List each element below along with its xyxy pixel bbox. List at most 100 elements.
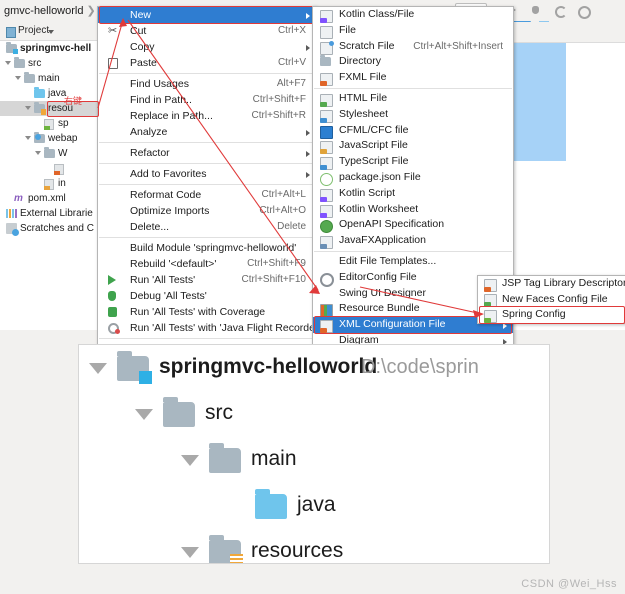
menu-item-shortcut: Ctrl+Alt+O — [259, 205, 306, 216]
tree-twisty-icon[interactable] — [89, 363, 107, 374]
zoom-tree-row[interactable]: main — [79, 437, 549, 483]
menu-item[interactable]: File — [313, 23, 513, 39]
context-menu[interactable]: New ✂ Cut Ctrl+X Copy Paste Ctrl+V Find Usages A… — [97, 6, 320, 379]
tree-row-label: webap — [48, 133, 78, 144]
menu-item-shortcut: Ctrl+Alt+Shift+Insert — [413, 40, 503, 52]
zoom-tree-row[interactable]: src — [79, 391, 549, 437]
chevron-down-icon[interactable] — [48, 30, 54, 34]
menu-item[interactable]: Run 'All Tests' with Coverage — [98, 304, 316, 320]
menu-item[interactable]: TypeScript File — [313, 154, 513, 171]
coverage-icon[interactable] — [552, 3, 567, 18]
jsp-tld-icon — [484, 278, 497, 292]
debug-icon — [108, 291, 116, 301]
tree-row-label: W — [58, 148, 68, 159]
module-folder-icon — [6, 42, 18, 54]
tree-row[interactable]: main — [0, 71, 100, 86]
menu-item[interactable]: ✂ Cut Ctrl+X — [98, 23, 316, 39]
menu-item[interactable]: JavaFXApplication — [313, 233, 513, 250]
zoom-tree-row[interactable]: java — [79, 483, 549, 529]
menu-item-label: Kotlin Worksheet — [339, 202, 419, 215]
menu-item[interactable]: package.json File — [313, 170, 513, 186]
menu-item-label: Run 'All Tests' with Coverage — [130, 306, 266, 318]
tree-row[interactable]: in — [0, 176, 100, 191]
profiler-icon — [108, 323, 120, 334]
folder-icon — [163, 397, 195, 427]
menu-item[interactable]: Rebuild '<default>' Ctrl+Shift+F9 — [98, 256, 316, 272]
xml-configuration-submenu[interactable]: JSP Tag Library Descriptor New Faces Conf… — [477, 275, 625, 324]
tree-twisty-icon[interactable] — [15, 76, 21, 80]
coverage-icon — [108, 307, 117, 317]
menu-item[interactable]: Paste Ctrl+V — [98, 55, 316, 71]
tree-twisty-icon[interactable] — [35, 151, 41, 155]
tree-row[interactable]: webap — [0, 131, 100, 146]
menu-item[interactable]: Stylesheet — [313, 107, 513, 123]
tree-row[interactable]: m pom.xml — [0, 191, 100, 206]
tree-row[interactable]: sp — [0, 116, 100, 131]
zoomed-project-tree: springmvc-helloworld D:\code\sprin src main… — [78, 344, 550, 564]
menu-item[interactable]: JavaScript File — [313, 138, 513, 155]
tree-twisty-icon[interactable] — [135, 409, 153, 420]
debug-icon[interactable] — [528, 3, 543, 18]
tree-twisty-icon[interactable] — [25, 106, 31, 110]
menu-item[interactable]: Copy — [98, 39, 316, 55]
zoom-tree-row[interactable]: resources — [79, 529, 549, 563]
menu-item[interactable]: Run 'All Tests' Ctrl+Shift+F10 — [98, 272, 316, 288]
tree-row[interactable]: External Librarie — [0, 206, 100, 221]
menu-item-label: HTML File — [339, 91, 388, 104]
breadcrumb-project: gmvc-helloworld — [4, 5, 84, 17]
menu-item[interactable]: New — [98, 6, 316, 24]
menu-item[interactable]: Kotlin Worksheet — [313, 202, 513, 218]
tree-row[interactable]: resou — [0, 101, 100, 116]
menu-item-label: JSP Tag Library Descriptor — [502, 277, 625, 289]
menu-item[interactable]: Kotlin Class/File — [313, 7, 513, 23]
menu-item[interactable]: Find in Path.. Ctrl+Shift+F — [98, 92, 316, 108]
tree-row[interactable] — [0, 161, 100, 176]
tree-row[interactable]: W — [0, 146, 100, 161]
kotlin-worksheet-icon — [320, 204, 333, 218]
tree-row[interactable]: Scratches and C — [0, 221, 100, 236]
menu-item-label: OpenAPI Specification — [339, 218, 445, 231]
tree-twisty-icon[interactable] — [5, 61, 11, 65]
menu-item[interactable]: Spring Config — [478, 306, 625, 324]
menu-item[interactable]: Find Usages Alt+F7 — [98, 76, 316, 92]
menu-item[interactable]: Kotlin Script — [313, 186, 513, 202]
menu-item[interactable]: Add to Favorites — [98, 166, 316, 182]
tree-row[interactable]: src — [0, 56, 100, 71]
menu-item[interactable]: Delete... Delete — [98, 219, 316, 235]
menu-item[interactable]: FXML File — [313, 70, 513, 87]
profiler-icon[interactable] — [575, 3, 592, 19]
menu-item[interactable]: Scratch File Ctrl+Alt+Shift+Insert — [313, 39, 513, 55]
tree-twisty-icon[interactable] — [181, 547, 199, 558]
cfml-file-icon — [320, 125, 333, 139]
tree-twisty-icon[interactable] — [25, 136, 31, 140]
project-panel-header[interactable]: Project — [0, 22, 100, 41]
menu-item[interactable]: HTML File — [313, 91, 513, 107]
menu-separator — [314, 250, 512, 252]
menu-item[interactable]: CFML/CFC file — [313, 123, 513, 139]
menu-item[interactable]: Debug 'All Tests' — [98, 288, 316, 304]
tree-twisty-icon[interactable] — [181, 455, 199, 466]
zoom-tree-row[interactable]: springmvc-helloworld D:\code\sprin — [79, 345, 549, 391]
menu-item[interactable]: Run 'All Tests' with 'Java Flight Record… — [98, 320, 320, 336]
menu-item[interactable]: Replace in Path... Ctrl+Shift+R — [98, 108, 316, 124]
menu-item-label: Kotlin Class/File — [339, 8, 415, 20]
submenu-arrow-icon — [306, 151, 310, 157]
tree-row[interactable]: springmvc-hell — [0, 41, 100, 56]
menu-item[interactable]: Refactor — [98, 145, 316, 161]
module-folder-icon — [117, 351, 152, 384]
menu-item[interactable]: OpenAPI Specification — [313, 217, 513, 234]
menu-item[interactable]: Optimize Imports Ctrl+Alt+O — [98, 203, 316, 219]
tree-row-label: main — [38, 73, 60, 84]
menu-item-label: Resource Bundle — [339, 302, 420, 315]
menu-item[interactable]: Analyze — [98, 124, 316, 140]
spring-xml-icon — [44, 119, 54, 130]
tree-row[interactable]: java — [0, 86, 100, 101]
menu-item[interactable]: JSP Tag Library Descriptor — [478, 276, 625, 292]
menu-item[interactable]: New Faces Config File — [478, 292, 625, 307]
menu-item[interactable]: Reformat Code Ctrl+Alt+L — [98, 187, 316, 203]
menu-item[interactable]: Edit File Templates... — [313, 254, 513, 270]
menu-item[interactable]: Build Module 'springmvc-helloworld' — [98, 240, 316, 256]
project-icon — [6, 27, 16, 38]
menu-item-label: CFML/CFC file — [339, 123, 409, 136]
menu-item[interactable]: Directory — [313, 54, 513, 70]
